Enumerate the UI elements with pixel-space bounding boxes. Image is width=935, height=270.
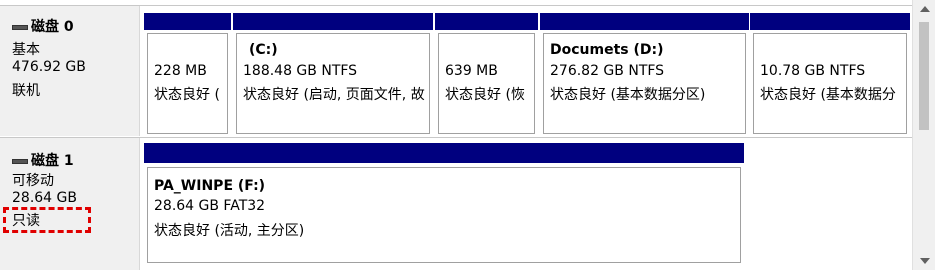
disk-1-row: 磁盘 1 可移动 28.64 GB 只读 PA_WINPE (F:) 28.64…: [0, 138, 912, 270]
partition-header: [750, 13, 910, 30]
disk-0-info[interactable]: 磁盘 0 基本 476.92 GB 联机: [0, 6, 140, 136]
partition-status: 状态良好 (基本数据分: [760, 87, 896, 103]
partition-label: (C:): [249, 42, 278, 58]
disk-size: 28.64 GB: [12, 190, 77, 206]
partition-size: 228 MB: [154, 63, 207, 79]
disk-1-info[interactable]: 磁盘 1 可移动 28.64 GB 只读: [0, 138, 140, 270]
partition-1-0[interactable]: PA_WINPE (F:) 28.64 GB FAT32 状态良好 (活动, 主…: [144, 143, 744, 266]
partition-label: PA_WINPE (F:): [154, 178, 266, 194]
readonly-highlight: [3, 207, 91, 233]
disk-1-title: 磁盘 1: [12, 150, 74, 170]
partition-0-1[interactable]: (C:) 188.48 GB NTFS 状态良好 (启动, 页面文件, 故: [233, 13, 433, 137]
partition-body: 10.78 GB NTFS 状态良好 (基本数据分: [753, 33, 907, 134]
partition-body: Documets (D:) 276.82 GB NTFS 状态良好 (基本数据分…: [543, 33, 746, 134]
partition-0-0[interactable]: 228 MB 状态良好 (: [144, 13, 231, 137]
partition-status: 状态良好 (: [154, 87, 220, 103]
disk-icon: [12, 158, 28, 164]
partition-header: [144, 143, 744, 163]
partition-body: PA_WINPE (F:) 28.64 GB FAT32 状态良好 (活动, 主…: [147, 167, 741, 263]
disk-type: 可移动: [12, 173, 54, 189]
disk-0-title: 磁盘 0: [12, 16, 74, 36]
partition-status: 状态良好 (活动, 主分区): [154, 223, 305, 239]
partition-body: (C:) 188.48 GB NTFS 状态良好 (启动, 页面文件, 故: [236, 33, 430, 134]
disk-0-row: 磁盘 0 基本 476.92 GB 联机 228 MB 状态良好 ( (C:) …: [0, 6, 912, 136]
partition-0-2[interactable]: 639 MB 状态良好 (恢: [435, 13, 538, 137]
disk-type: 基本: [12, 42, 40, 58]
partition-header: [144, 13, 231, 30]
scroll-thumb[interactable]: [919, 22, 929, 130]
partition-size: 28.64 GB FAT32: [154, 198, 266, 214]
partition-size: 188.48 GB NTFS: [243, 63, 358, 79]
scroll-up-icon[interactable]: [920, 6, 930, 12]
partition-size: 10.78 GB NTFS: [760, 63, 866, 79]
partition-header: [540, 13, 749, 30]
partition-header: [233, 13, 433, 30]
partition-0-4[interactable]: 10.78 GB NTFS 状态良好 (基本数据分: [750, 13, 910, 137]
partition-status: 状态良好 (恢: [445, 87, 525, 103]
partition-0-3[interactable]: Documets (D:) 276.82 GB NTFS 状态良好 (基本数据分…: [540, 13, 749, 137]
vertical-scrollbar[interactable]: [912, 0, 935, 270]
partition-body: 228 MB 状态良好 (: [147, 33, 228, 134]
partition-header: [435, 13, 538, 30]
disk-status: 联机: [12, 83, 40, 99]
partition-size: 639 MB: [445, 63, 498, 79]
partition-body: 639 MB 状态良好 (恢: [438, 33, 535, 134]
partition-status: 状态良好 (启动, 页面文件, 故: [243, 87, 425, 103]
disk-name: 磁盘 0: [31, 19, 74, 35]
partition-status: 状态良好 (基本数据分区): [550, 87, 706, 103]
scroll-down-icon[interactable]: [920, 258, 930, 264]
disk-icon: [12, 24, 28, 30]
disk-name: 磁盘 1: [31, 153, 74, 169]
partition-label: Documets (D:): [550, 42, 664, 58]
disk-size: 476.92 GB: [12, 59, 86, 75]
partition-size: 276.82 GB NTFS: [550, 63, 665, 79]
